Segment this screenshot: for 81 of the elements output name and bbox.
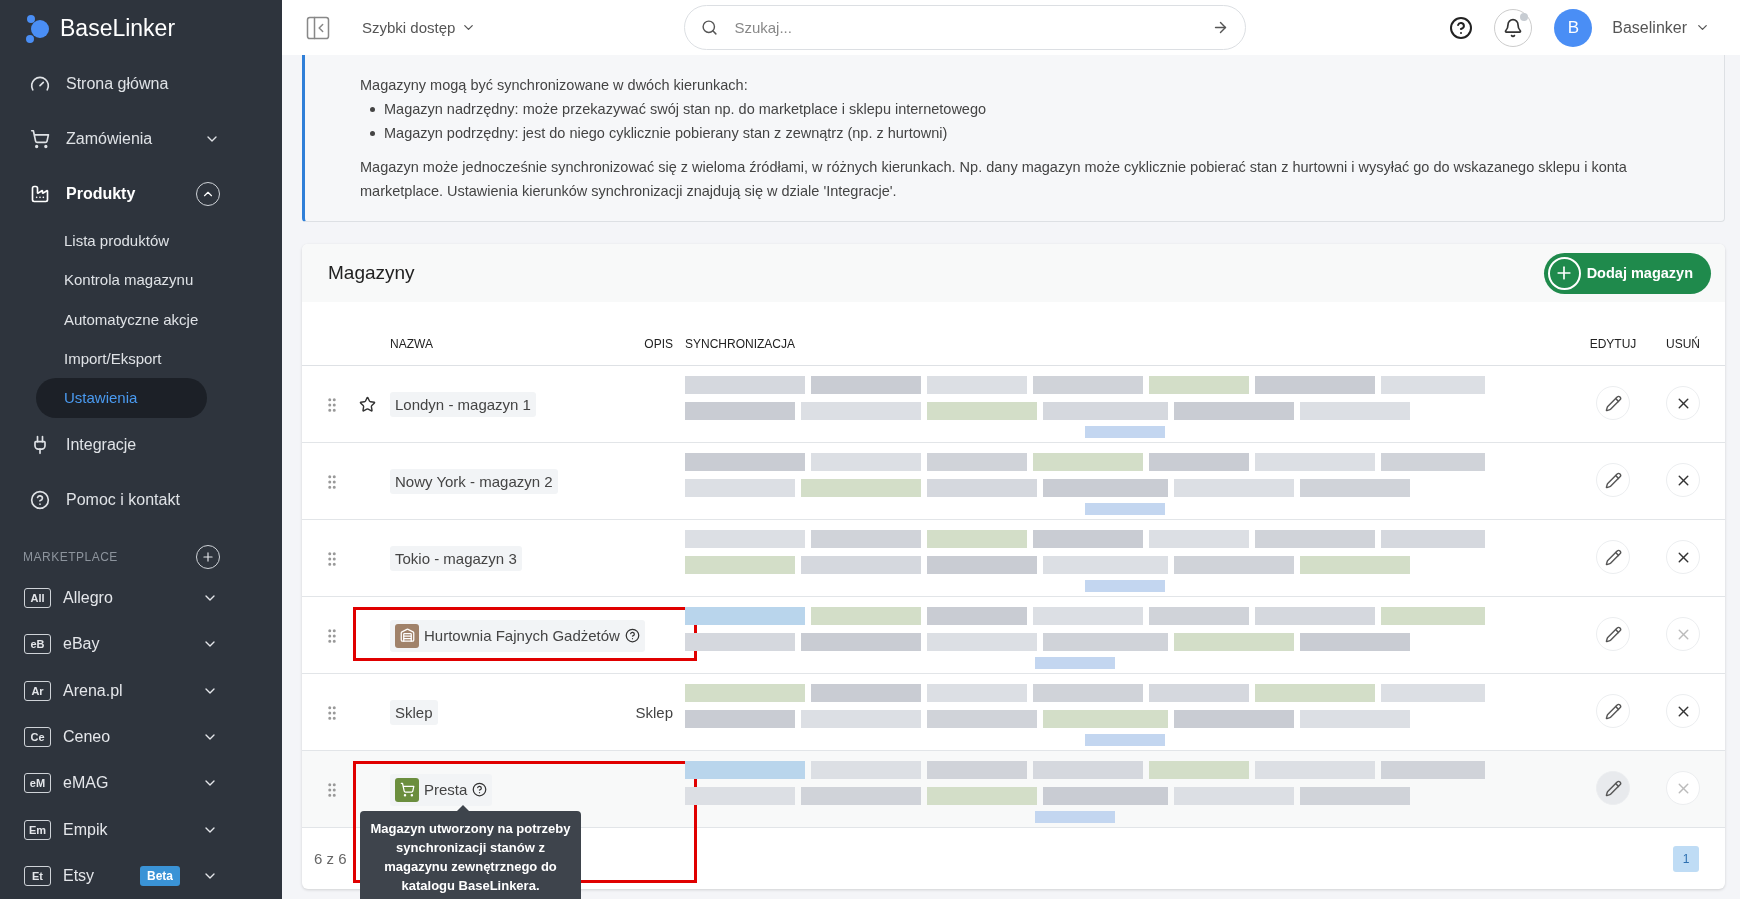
- quick-access-button[interactable]: Szybki dostęp: [356, 18, 483, 37]
- help-icon: [1449, 15, 1474, 40]
- info-bullet: Magazyn podrzędny: jest do niego cyklicznie pobierany stan z zewnątrz (np. z hurtowni): [384, 124, 948, 143]
- warehouse-name: Sklep: [390, 700, 438, 725]
- info-bullet: Magazyn nadrzędny: może przekazywać swój stan np. do marketplace i sklepu internetowego: [384, 100, 987, 119]
- bell-icon: [1503, 17, 1524, 38]
- logo-text: BaseLinker: [60, 14, 176, 42]
- marketplace-item[interactable]: eBay: [63, 635, 190, 654]
- warehouse-name: Presta: [390, 773, 493, 806]
- nav-item[interactable]: Strona główna: [0, 56, 282, 112]
- marketplace-item[interactable]: Empik: [63, 820, 190, 839]
- marketplace-code: Et: [24, 865, 51, 886]
- add-warehouse-button[interactable]: Dodaj magazyn: [1543, 252, 1711, 294]
- pencil-icon: [1604, 702, 1622, 720]
- section-title: MARKETPLACE: [23, 550, 119, 565]
- warehouse-name: Londyn - magazyn 1: [390, 392, 536, 417]
- column-header: SYNCHRONIZACJA: [684, 336, 796, 351]
- help-icon[interactable]: [624, 628, 640, 643]
- factory-icon: [30, 183, 50, 204]
- pencil-icon: [1604, 625, 1622, 643]
- column-header: USUŃ: [1665, 336, 1701, 351]
- pencil-icon: [1604, 779, 1622, 797]
- nav-subitem[interactable]: Automatyczne akcje: [36, 299, 207, 339]
- marketplace-item[interactable]: Allegro: [63, 589, 190, 608]
- edit-button[interactable]: [1596, 540, 1630, 574]
- pencil-icon: [1604, 394, 1622, 412]
- item-count: 6 z 6: [314, 850, 347, 867]
- edit-button[interactable]: [1596, 386, 1630, 420]
- marketplace-item[interactable]: Ceneo: [63, 728, 190, 746]
- column-header: NAZWA: [389, 336, 434, 351]
- warehouse-name: Nowy York - magazyn 2: [390, 469, 558, 494]
- nav-item[interactable]: Pomoc i kontakt: [0, 472, 282, 528]
- star-icon[interactable]: [358, 396, 376, 413]
- warehouse-name: Hurtownia Fajnych Gadżetów: [390, 619, 645, 652]
- bullet-icon: [370, 130, 375, 136]
- search-icon: [701, 19, 719, 36]
- marketplace-item[interactable]: Etsy: [63, 866, 128, 885]
- nav-item[interactable]: Produkty: [0, 166, 282, 221]
- delete-button[interactable]: [1666, 540, 1700, 574]
- delete-button[interactable]: [1666, 463, 1700, 497]
- info-text: Magazyn może jednocześnie synchronizować się z wieloma źródłami, w różnych kierunkach. Np. dany magazyn może cyklicznie pobierać stan z hurtowni i wysyłać go do wskazanego sklepu i konta marketplace. Ustawienia kierunków synchronizacji znajdują się w dziale 'Integracje'.: [360, 158, 1628, 201]
- edit-button[interactable]: [1596, 463, 1630, 497]
- help-icon[interactable]: [472, 782, 488, 797]
- nav-subitem[interactable]: Import/Eksport: [36, 339, 207, 379]
- edit-button[interactable]: [1596, 694, 1630, 728]
- marketplace-code: Ar: [24, 680, 51, 701]
- beta-badge: Beta: [140, 865, 180, 886]
- edit-button[interactable]: [1596, 617, 1630, 651]
- card-title: Magazyny: [328, 262, 416, 284]
- notifications-button[interactable]: [1494, 8, 1533, 47]
- delete-button[interactable]: [1666, 694, 1700, 728]
- nav-item[interactable]: Zamówienia: [0, 111, 282, 167]
- nav-subitem[interactable]: Kontrola magazynu: [36, 260, 207, 300]
- marketplace-code: Em: [24, 819, 51, 840]
- page-button[interactable]: 1: [1673, 845, 1699, 872]
- pencil-icon: [1604, 548, 1622, 566]
- table-cell: Sklep: [635, 704, 673, 721]
- nav-subitem[interactable]: Lista produktów: [36, 221, 207, 261]
- bullet-icon: [370, 106, 375, 112]
- marketplace-code: eM: [24, 773, 51, 794]
- info-text: Magazyny mogą być synchronizowane w dwóch kierunkach:: [360, 76, 749, 95]
- marketplace-code: eB: [24, 634, 51, 655]
- column-header: EDYTUJ: [1588, 336, 1638, 351]
- marketplace-code: All: [24, 588, 51, 609]
- warehouse-name: Tokio - magazyn 3: [390, 546, 522, 571]
- logo-icon: [24, 13, 52, 44]
- tooltip-arrow: [457, 805, 469, 811]
- help-icon: [30, 489, 50, 510]
- marketplace-item[interactable]: eMAG: [63, 774, 190, 793]
- pencil-icon: [1604, 471, 1622, 489]
- user-menu[interactable]: Baselinker: [1606, 17, 1716, 38]
- marketplace-item[interactable]: Arena.pl: [63, 681, 190, 700]
- marketplace-code: Ce: [24, 727, 51, 747]
- plus-icon: [1547, 256, 1581, 290]
- search-field[interactable]: Szukaj...: [732, 18, 1199, 37]
- delete-button[interactable]: [1666, 386, 1700, 420]
- cart-icon: [30, 128, 50, 149]
- nav-subitem[interactable]: Ustawienia: [36, 378, 207, 418]
- edit-button[interactable]: [1596, 771, 1630, 805]
- nav-item[interactable]: Integracje: [0, 417, 282, 473]
- column-header: OPIS: [643, 336, 674, 351]
